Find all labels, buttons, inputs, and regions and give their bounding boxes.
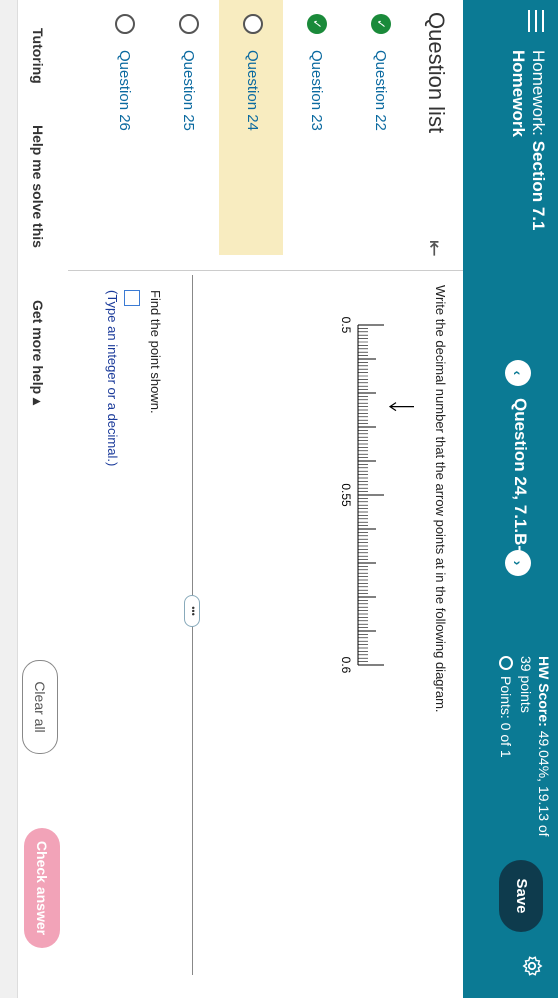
open-circle-icon xyxy=(179,14,199,34)
previous-question-button[interactable]: ‹ xyxy=(505,360,531,386)
check-icon: ✓ xyxy=(371,14,391,34)
number-line-diagram: 0.5 0.55 0.6 xyxy=(339,317,414,674)
question-title: Question 24, 7.1.B-19 xyxy=(511,398,530,570)
menu-icon[interactable] xyxy=(528,10,544,32)
save-button[interactable]: Save xyxy=(499,860,543,932)
question-prompt: Write the decimal number that the arrow … xyxy=(433,285,448,713)
tutoring-label: Tutoring xyxy=(30,28,46,84)
check-icon: ✓ xyxy=(307,14,327,34)
question-list-title: Question list xyxy=(424,12,449,134)
collapse-panel-icon[interactable]: ⇤ xyxy=(422,240,447,257)
hw-score-label: HW Score: xyxy=(536,656,552,727)
ruler-label: 0.6 xyxy=(339,657,353,674)
question-points: Points: 0 of 1 xyxy=(498,656,514,758)
question-list-item[interactable]: Question 26 xyxy=(91,0,155,255)
hw-score: HW Score: 49.04%, 19.13 of xyxy=(536,656,552,837)
homework-subtitle: Homework xyxy=(509,50,528,137)
question-label: Question 25 xyxy=(180,50,197,131)
question-list-item[interactable]: ✓ Question 22 xyxy=(347,0,411,255)
question-label: Question 26 xyxy=(116,50,133,131)
pointer-arrow xyxy=(388,402,414,412)
header-bar: Homework: Section 7.1 Homework ‹ Questio… xyxy=(463,0,558,998)
ruler-label: 0.5 xyxy=(339,317,353,334)
gear-icon[interactable] xyxy=(521,955,543,977)
app-window: Homework: Section 7.1 Homework ‹ Questio… xyxy=(0,0,558,998)
expand-more-button[interactable]: ••• xyxy=(184,595,200,627)
question-list-panel: Question list ⇤ ✓ Question 22 ✓ Question… xyxy=(0,0,463,271)
open-circle-icon xyxy=(243,14,263,34)
hw-score-value: 49.04%, 19.13 of xyxy=(536,730,552,837)
points-label: Points: 0 of 1 xyxy=(498,676,514,758)
question-label: Question 22 xyxy=(372,50,389,131)
next-question-button[interactable]: › xyxy=(505,550,531,576)
find-point-text: Find the point shown. xyxy=(148,290,163,414)
homework-title: Homework: Section 7.1 xyxy=(528,50,548,230)
question-list-item[interactable]: ✓ Question 23 xyxy=(283,0,347,255)
answer-input[interactable] xyxy=(124,290,140,306)
ruler-label: 0.55 xyxy=(339,483,353,507)
question-list-item-active[interactable]: Question 24 xyxy=(219,0,283,255)
question-area: Write the decimal number that the arrow … xyxy=(78,275,458,990)
get-more-help-button[interactable]: Get more help ▴ xyxy=(29,300,46,405)
question-label: Question 23 xyxy=(308,50,325,131)
title-section: Section 7.1 xyxy=(529,140,548,231)
clear-all-button[interactable]: Clear all xyxy=(22,660,58,754)
question-list-item[interactable]: Question 25 xyxy=(155,0,219,255)
title-prefix: Homework: xyxy=(529,50,548,136)
question-label: Question 24 xyxy=(244,50,261,131)
hw-points: 39 points xyxy=(518,656,534,713)
help-me-solve-link[interactable]: Help me solve this xyxy=(30,125,46,248)
page-scrollbar[interactable] xyxy=(0,0,18,998)
open-circle-icon xyxy=(115,14,135,34)
check-answer-button[interactable]: Check answer xyxy=(24,828,60,948)
answer-hint: (Type an integer or a decimal.) xyxy=(105,290,120,467)
points-status-icon xyxy=(499,656,513,670)
